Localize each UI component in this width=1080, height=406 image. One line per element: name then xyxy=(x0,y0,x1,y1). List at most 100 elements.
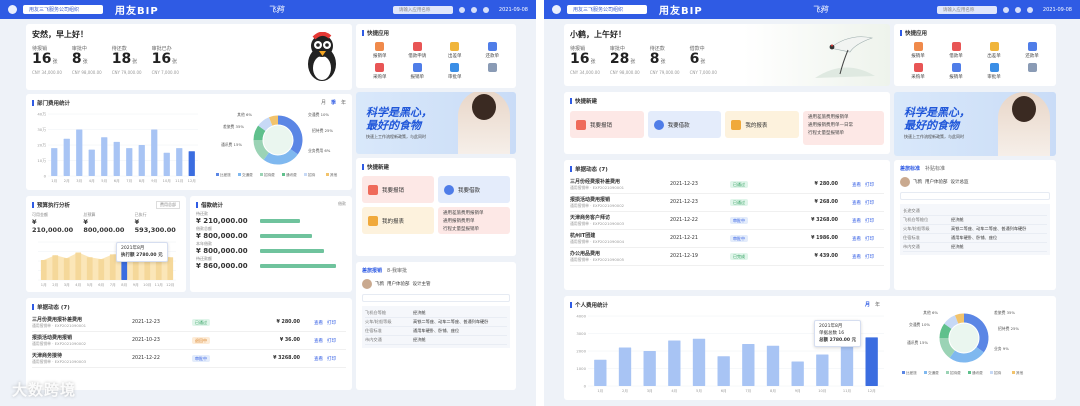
standard-search-input[interactable] xyxy=(362,294,510,302)
loan-tab[interactable]: 借款 xyxy=(338,201,346,209)
avatar[interactable] xyxy=(482,6,489,13)
bar[interactable] xyxy=(63,258,70,280)
quick-create-item[interactable]: 通用差旅费用报销单 xyxy=(443,210,505,218)
quick-app-item[interactable]: 审批单 xyxy=(976,63,1012,80)
bar[interactable] xyxy=(668,340,681,387)
quick-app-item[interactable]: 报销单 xyxy=(362,42,398,59)
bar[interactable] xyxy=(766,345,780,386)
view-link[interactable]: 查看 xyxy=(852,236,861,242)
print-link[interactable]: 打印 xyxy=(327,338,336,344)
quick-create-item[interactable]: 行程丈量型报销单 xyxy=(443,226,505,234)
table-row[interactable]: 三月份费用报补差费用 通用报销单 · EXP2021090001 2021-12-2… xyxy=(32,314,346,332)
kpi-item[interactable]: 待报销 16张 CNY 34,000.00 xyxy=(570,45,600,75)
bar[interactable] xyxy=(51,148,58,176)
table-row[interactable]: 报损活动费用报销 通用报销单 · EXP2021090002 2021-12-23 已… xyxy=(570,194,884,212)
message-icon[interactable] xyxy=(1014,6,1021,13)
bar[interactable] xyxy=(816,354,829,387)
bar[interactable] xyxy=(594,359,607,386)
print-link[interactable]: 打印 xyxy=(865,254,874,260)
bar[interactable] xyxy=(113,141,120,176)
bar[interactable] xyxy=(151,129,158,177)
bar[interactable] xyxy=(86,257,93,280)
bar[interactable] xyxy=(88,149,95,176)
bar[interactable] xyxy=(63,138,70,176)
table-row[interactable]: 办公用品费用 通用报销单 · EXP2021090005 2021-12-19 已完成… xyxy=(570,248,884,266)
settings-icon[interactable] xyxy=(8,5,17,14)
print-link[interactable]: 打印 xyxy=(865,218,874,224)
pie-slice[interactable] xyxy=(258,117,273,132)
kpi-item[interactable]: 待还款 18张 CNY 79,000.00 xyxy=(112,45,142,75)
bar[interactable] xyxy=(76,129,83,177)
standard-search-input[interactable] xyxy=(900,192,1050,200)
message-icon[interactable] xyxy=(470,6,477,13)
bar[interactable] xyxy=(163,152,170,176)
org-selector[interactable]: 用友三飞服务公司组织 xyxy=(567,5,647,14)
kpi-item[interactable]: 待报销 16张 CNY 34,000.00 xyxy=(32,45,62,75)
pie-slice[interactable] xyxy=(944,315,959,330)
loan-button[interactable]: 我要借款 xyxy=(647,111,722,138)
table-row[interactable]: 杭州IT团建 通用报销单 · EXP2021090004 2021-12-21 审批中… xyxy=(570,230,884,248)
bar[interactable] xyxy=(643,351,656,386)
quick-app-item[interactable]: 还款单 xyxy=(475,42,511,59)
bar[interactable] xyxy=(101,137,108,176)
quick-app-item[interactable]: 采购单 xyxy=(900,63,936,80)
bar[interactable] xyxy=(167,257,174,280)
bar[interactable] xyxy=(109,254,116,280)
promo-banner[interactable]: 科学是黑心，最好的食物 快速上工作流程新政策，与此同时 xyxy=(894,92,1056,156)
tab-approve[interactable]: 8-我审批 xyxy=(387,267,407,274)
bar[interactable] xyxy=(75,252,82,280)
bar[interactable] xyxy=(176,148,183,176)
quick-create-item[interactable]: 通用报销费用单—日常 xyxy=(808,122,879,130)
search-input[interactable]: 请输入应用名称 xyxy=(936,5,997,14)
quick-app-item[interactable]: 报销单 xyxy=(938,63,974,80)
quick-create-item[interactable]: 通用报销费用单 xyxy=(443,218,505,226)
view-link[interactable]: 查看 xyxy=(852,254,861,260)
kpi-item[interactable]: 审批中 8张 CNY 98,000.00 xyxy=(72,45,102,75)
period-tab[interactable]: 月 xyxy=(865,301,870,309)
budget-select[interactable]: 费用总部 xyxy=(156,201,180,209)
bar[interactable] xyxy=(717,356,730,386)
period-tab[interactable]: 年 xyxy=(875,301,880,309)
tab-subsidy[interactable]: 补贴标准 xyxy=(925,165,945,172)
reimburse-button[interactable]: 我要报销 xyxy=(570,111,644,138)
quick-create-item[interactable]: 行程丈量型报销单 xyxy=(808,130,879,138)
kpi-item[interactable]: 审批中 28张 CNY 98,000.00 xyxy=(610,45,640,75)
view-link[interactable]: 查看 xyxy=(314,356,323,362)
view-link[interactable]: 查看 xyxy=(314,338,323,344)
pie-slice[interactable] xyxy=(253,125,266,141)
quick-app-item[interactable]: 出差单 xyxy=(976,42,1012,59)
bar[interactable] xyxy=(40,260,47,280)
kpi-item[interactable]: 待还款 8张 CNY 79,000.00 xyxy=(650,45,680,75)
bar[interactable] xyxy=(188,151,195,176)
quick-app-item[interactable]: 借款单 xyxy=(938,42,974,59)
view-link[interactable]: 查看 xyxy=(852,218,861,224)
bell-icon[interactable] xyxy=(1002,6,1009,13)
bar[interactable] xyxy=(692,338,706,386)
bar[interactable] xyxy=(865,337,878,386)
pie-slice[interactable] xyxy=(268,115,279,126)
print-link[interactable]: 打印 xyxy=(327,320,336,326)
kpi-item[interactable]: 借款中 6张 CNY 7,000.00 xyxy=(690,45,717,75)
table-row[interactable]: 天津商务客户拜访 通用报销单 · EXP2021090003 2021-12-22 审… xyxy=(570,212,884,230)
view-link[interactable]: 查看 xyxy=(852,182,861,188)
tab-travel[interactable]: 差旅报销 xyxy=(362,267,382,274)
report-button[interactable]: 我的报表 xyxy=(725,111,799,138)
quick-app-item[interactable]: 出差单 xyxy=(437,42,473,59)
table-row[interactable]: 三月份经费报补差费用 通用报销单 · EXP2021090001 2021-12-2… xyxy=(570,176,884,194)
quick-app-item[interactable]: 还款单 xyxy=(1014,42,1050,59)
bar[interactable] xyxy=(126,148,133,176)
quick-app-item[interactable] xyxy=(1014,63,1050,80)
pie-slice[interactable] xyxy=(939,323,952,339)
bell-icon[interactable] xyxy=(458,6,465,13)
quick-app-item[interactable]: 报销单 xyxy=(900,42,936,59)
report-button[interactable]: 我的报表 xyxy=(362,207,434,234)
table-row[interactable]: 天津商务接待 通用报销单 · EXP2021090003 2021-12-22 审批中… xyxy=(32,350,346,368)
bar[interactable] xyxy=(840,344,854,386)
reimburse-button[interactable]: 我要报销 xyxy=(362,176,434,203)
bar[interactable] xyxy=(742,344,755,386)
bar[interactable] xyxy=(98,259,105,280)
quick-app-item[interactable]: 采购单 xyxy=(362,63,398,80)
bar[interactable] xyxy=(618,347,632,387)
quick-app-item[interactable]: 审批单 xyxy=(437,63,473,80)
bar[interactable] xyxy=(791,361,804,387)
